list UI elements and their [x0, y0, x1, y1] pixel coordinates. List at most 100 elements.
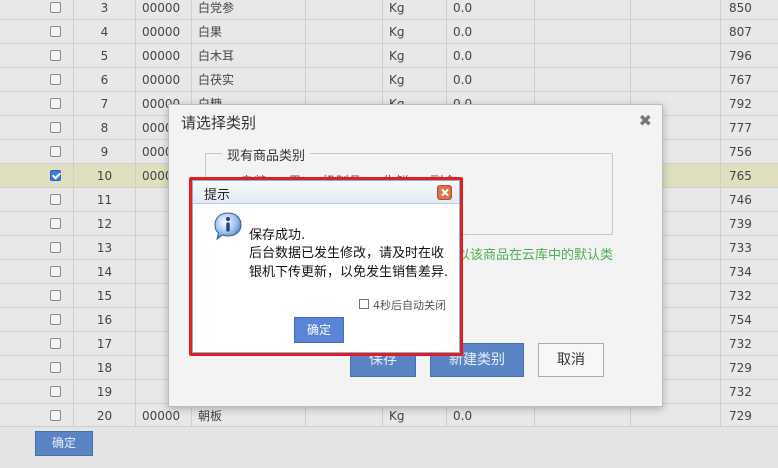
row-checkbox-cell: [38, 260, 74, 284]
index-cell: 9: [74, 140, 136, 164]
confirm-button[interactable]: 确定: [35, 431, 93, 456]
row-checkbox-cell: [38, 308, 74, 332]
empty-cell: [535, 44, 631, 68]
row-checkbox[interactable]: [50, 218, 61, 229]
empty-cell: [535, 68, 631, 92]
empty-cell: [535, 0, 631, 20]
row-checkbox-cell: [38, 164, 74, 188]
row-checkbox-cell: [38, 68, 74, 92]
index-cell: 4: [74, 20, 136, 44]
row-checkbox[interactable]: [50, 122, 61, 133]
close-icon[interactable]: ✖: [639, 111, 652, 130]
name-cell: 白果: [192, 20, 306, 44]
stock-cell: 746: [729, 193, 752, 207]
stock-cell: 792: [729, 97, 752, 111]
stock-cell: 733: [729, 241, 752, 255]
row-checkbox-cell: [38, 284, 74, 308]
index-cell: 12: [74, 212, 136, 236]
index-cell: 3: [74, 0, 136, 20]
row-checkbox[interactable]: [50, 386, 61, 397]
index-cell: 5: [74, 44, 136, 68]
index-cell: 7: [74, 92, 136, 116]
highlight-frame: [189, 177, 463, 356]
name-cell: 白党参: [192, 0, 306, 20]
stock-cell: 756: [729, 145, 752, 159]
row-checkbox[interactable]: [50, 2, 61, 13]
price-cell: 0.0: [447, 404, 535, 428]
code-cell: 00000: [136, 0, 192, 20]
empty-cell: [631, 20, 721, 44]
row-checkbox[interactable]: [50, 290, 61, 301]
category-group-legend: 现有商品类别: [222, 145, 311, 164]
index-cell: 11: [74, 188, 136, 212]
code-cell: 00000: [136, 20, 192, 44]
row-checkbox[interactable]: [50, 194, 61, 205]
empty-cell: [306, 0, 383, 20]
row-checkbox[interactable]: [50, 98, 61, 109]
row-checkbox-cell: [38, 20, 74, 44]
stock-cell: 732: [729, 337, 752, 351]
table-row[interactable]: 5 00000 白木耳 Kg 0.0 796: [0, 44, 778, 68]
index-cell: 20: [74, 404, 136, 428]
unit-cell: Kg: [383, 20, 447, 44]
table-row[interactable]: 6 00000 白茯实 Kg 0.0 767: [0, 68, 778, 92]
stock-cell: 729: [729, 409, 752, 423]
cancel-button[interactable]: 取消: [538, 343, 604, 377]
price-cell: 0.0: [447, 68, 535, 92]
table-row[interactable]: 3 00000 白党参 Kg 0.0 850: [0, 0, 778, 20]
index-cell: 8: [74, 116, 136, 140]
price-cell: 0.0: [447, 44, 535, 68]
row-checkbox-cell: [38, 0, 74, 20]
table-row[interactable]: 4 00000 白果 Kg 0.0 807: [0, 20, 778, 44]
price-cell: 0.0: [447, 0, 535, 20]
code-cell: 00000: [136, 44, 192, 68]
row-checkbox[interactable]: [50, 50, 61, 61]
row-checkbox-cell: [38, 404, 74, 428]
stock-cell: 777: [729, 121, 752, 135]
empty-cell: [535, 404, 631, 428]
index-cell: 19: [74, 380, 136, 404]
stock-cell: 807: [729, 25, 752, 39]
row-checkbox[interactable]: [50, 26, 61, 37]
row-checkbox[interactable]: [50, 266, 61, 277]
row-checkbox-cell: [38, 212, 74, 236]
index-cell: 13: [74, 236, 136, 260]
bottom-toolbar: 确定: [0, 426, 778, 468]
unit-cell: Kg: [383, 0, 447, 20]
row-checkbox-cell: [38, 332, 74, 356]
index-cell: 14: [74, 260, 136, 284]
row-checkbox[interactable]: [50, 410, 61, 421]
index-cell: 6: [74, 68, 136, 92]
row-checkbox-cell: [38, 356, 74, 380]
empty-cell: [631, 68, 721, 92]
empty-cell: [306, 44, 383, 68]
row-checkbox[interactable]: [50, 362, 61, 373]
default-category-hint: 以该商品在云库中的默认类: [457, 248, 614, 263]
stock-cell: 734: [729, 265, 752, 279]
index-cell: 10: [74, 164, 136, 188]
row-checkbox[interactable]: [50, 242, 61, 253]
unit-cell: Kg: [383, 68, 447, 92]
index-cell: 17: [74, 332, 136, 356]
name-cell: 朝板: [192, 404, 306, 428]
row-checkbox[interactable]: [50, 314, 61, 325]
stock-cell: 767: [729, 73, 752, 87]
empty-cell: [306, 404, 383, 428]
row-checkbox-cell: [38, 236, 74, 260]
row-checkbox[interactable]: [50, 170, 61, 181]
empty-cell: [631, 44, 721, 68]
stock-cell: 765: [729, 169, 752, 183]
index-cell: 15: [74, 284, 136, 308]
empty-cell: [631, 0, 721, 20]
row-checkbox-cell: [38, 188, 74, 212]
code-cell: 00000: [136, 68, 192, 92]
unit-cell: Kg: [383, 44, 447, 68]
code-cell: 00000: [136, 404, 192, 428]
row-checkbox[interactable]: [50, 74, 61, 85]
empty-cell: [306, 68, 383, 92]
table-row[interactable]: 20 00000 朝板 Kg 0.0 729: [0, 404, 778, 428]
row-checkbox[interactable]: [50, 146, 61, 157]
price-cell: 0.0: [447, 20, 535, 44]
index-cell: 18: [74, 356, 136, 380]
row-checkbox[interactable]: [50, 338, 61, 349]
